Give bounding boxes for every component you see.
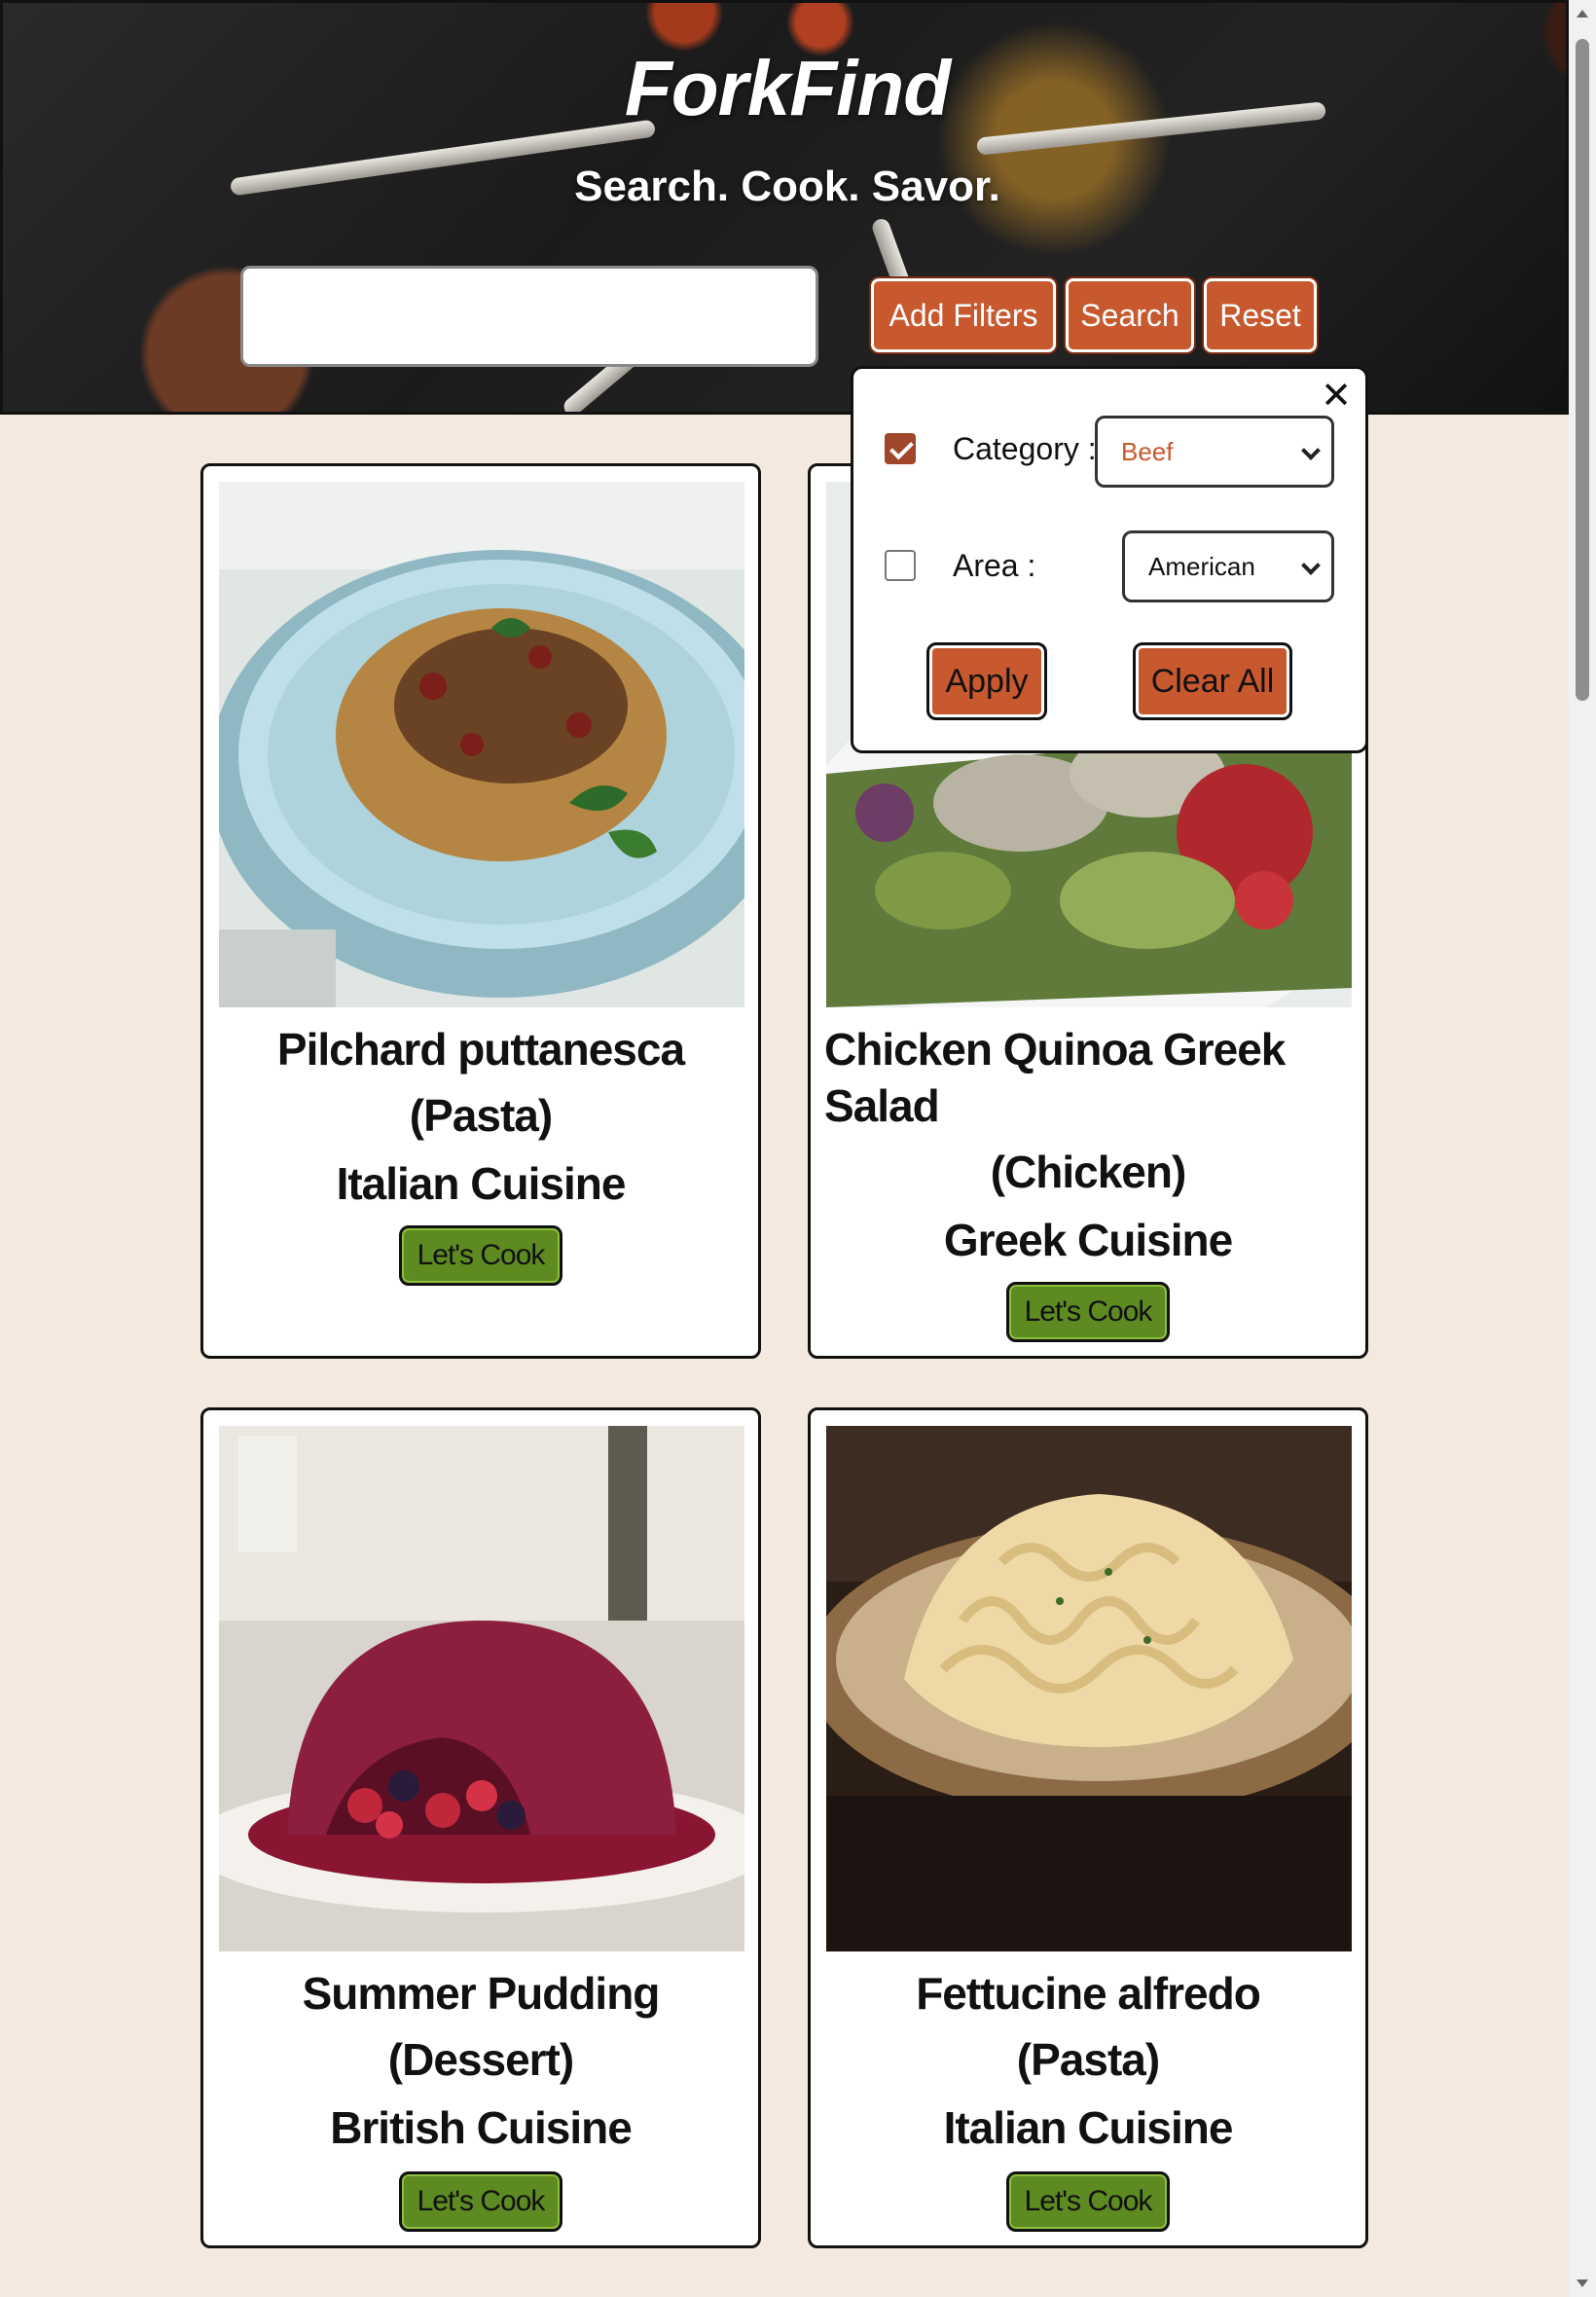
clear-all-button[interactable]: Clear All: [1133, 642, 1292, 720]
search-button[interactable]: Search: [1066, 278, 1194, 352]
lets-cook-button[interactable]: Let's Cook: [1006, 2171, 1170, 2232]
recipe-card: Fettucine alfredo (Pasta) Italian Cuisin…: [808, 1407, 1368, 2248]
recipe-category: (Pasta): [409, 1090, 553, 1141]
search-input[interactable]: [240, 266, 818, 367]
scrollbar-thumb[interactable]: [1576, 39, 1589, 701]
brand-logo: ForkFind: [624, 45, 951, 131]
area-select[interactable]: American: [1122, 530, 1334, 602]
close-icon[interactable]: ✕: [1321, 377, 1352, 414]
chevron-down-icon: [1301, 556, 1321, 575]
category-checkbox[interactable]: [885, 433, 916, 464]
pudding-dish-image: [219, 1426, 744, 1951]
recipe-cuisine: Greek Cuisine: [943, 1215, 1233, 1265]
add-filters-button[interactable]: Add Filters: [871, 278, 1056, 352]
area-selected-value: American: [1148, 551, 1255, 581]
recipe-category: (Dessert): [387, 2034, 574, 2085]
reset-button[interactable]: Reset: [1204, 278, 1317, 352]
lets-cook-button[interactable]: Let's Cook: [399, 2171, 562, 2232]
recipe-title: Pilchard puttanesca: [276, 1024, 685, 1075]
recipe-title: Summer Pudding: [302, 1968, 661, 2019]
fettucine-dish-image: [826, 1426, 1352, 1951]
category-select[interactable]: Beef: [1095, 416, 1334, 488]
recipe-category: (Chicken): [990, 1147, 1187, 1197]
area-label: Area :: [953, 548, 1036, 583]
pasta-dish-image: [219, 482, 744, 1007]
lets-cook-button[interactable]: Let's Cook: [1006, 1282, 1170, 1342]
chevron-down-icon: [1301, 441, 1321, 460]
category-selected-value: Beef: [1121, 436, 1174, 466]
page: ForkFind Search. Cook. Savor. Add Filter…: [0, 0, 1596, 2297]
scroll-up-icon[interactable]: [1577, 10, 1588, 18]
apply-button[interactable]: Apply: [926, 642, 1047, 720]
recipe-card: Summer Pudding (Dessert) British Cuisine…: [200, 1407, 761, 2248]
recipe-title: Chicken Quinoa Greek Salad: [824, 1024, 1286, 1131]
lets-cook-button[interactable]: Let's Cook: [399, 1225, 562, 1286]
recipe-title: Fettucine alfredo: [916, 1968, 1261, 2019]
scroll-down-icon[interactable]: [1577, 2279, 1588, 2287]
recipe-cuisine: Italian Cuisine: [943, 2102, 1234, 2153]
recipe-card: Pilchard puttanesca (Pasta) Italian Cuis…: [200, 463, 761, 1359]
recipe-category: (Pasta): [1016, 2034, 1160, 2085]
recipe-cuisine: Italian Cuisine: [336, 1158, 627, 1209]
page-scrollbar[interactable]: [1569, 0, 1596, 2297]
category-label: Category :: [953, 431, 1097, 466]
tagline: Search. Cook. Savor.: [574, 163, 1000, 210]
hero-header: ForkFind Search. Cook. Savor. Add Filter…: [0, 0, 1569, 415]
area-checkbox[interactable]: [885, 550, 916, 581]
recipe-cuisine: British Cuisine: [330, 2102, 633, 2153]
